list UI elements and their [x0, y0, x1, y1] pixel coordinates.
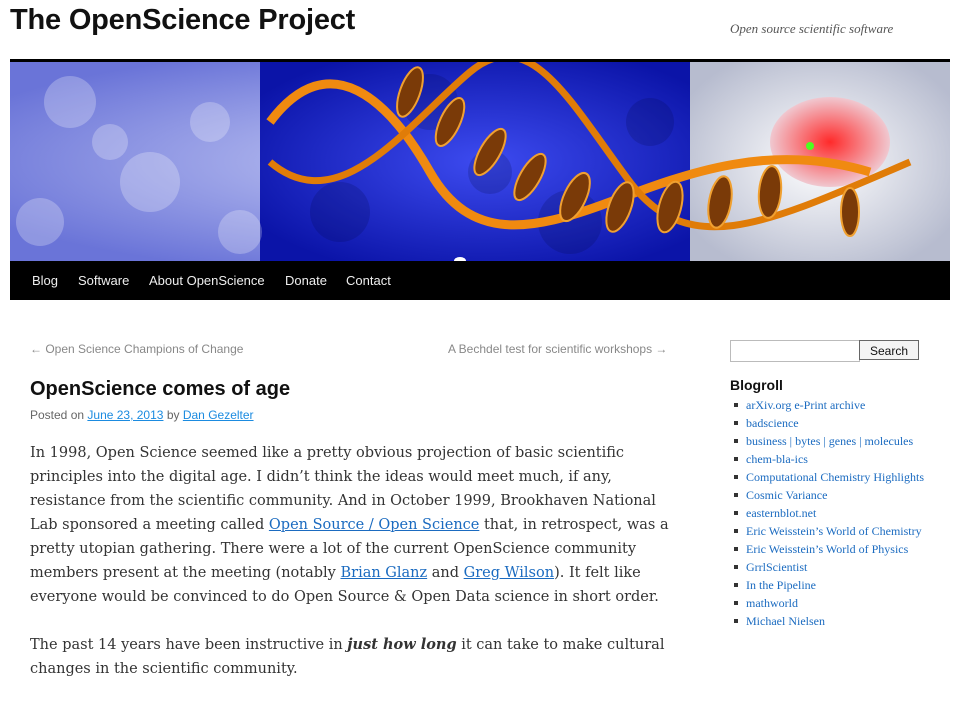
search-input[interactable] — [730, 340, 860, 362]
post-meta: Posted on June 23, 2013 by Dan Gezelter — [30, 408, 254, 422]
site-title[interactable]: The OpenScience Project — [10, 4, 355, 37]
paragraph-text: and — [427, 565, 464, 581]
blogroll-link[interactable]: business | bytes | genes | mole­cules — [730, 432, 930, 450]
post-date-link[interactable]: June 23, 2013 — [87, 408, 163, 422]
blogroll-link[interactable]: Cosmic Variance — [730, 486, 930, 504]
blogroll-link[interactable]: badscience — [730, 414, 930, 432]
emphasis-text: just how long — [347, 636, 457, 653]
blogroll-link[interactable]: arXiv.org e-Print archive — [730, 396, 930, 414]
posted-on-label: Posted on — [30, 408, 85, 422]
brian-glanz-link[interactable]: Brian Glanz — [340, 565, 427, 581]
blogroll-link[interactable]: chem-bla-ics — [730, 450, 930, 468]
nav-item-donate[interactable]: Donate — [285, 273, 327, 288]
main-nav: Blog Software About OpenScience Donate C… — [10, 261, 950, 300]
paragraph-text: The past 14 years have been instructive … — [30, 637, 348, 653]
nav-item-about-openscience[interactable]: About OpenScience — [149, 273, 265, 288]
by-label: by — [166, 408, 180, 422]
post-content: In 1998, Open Science seemed like a pret… — [30, 441, 670, 705]
nav-item-blog[interactable]: Blog — [32, 273, 58, 288]
blogroll-list: arXiv.org e-Print archive badscience bus… — [730, 396, 930, 630]
post-paragraph-1: In 1998, Open Science seemed like a pret… — [30, 441, 670, 609]
post-paragraph-2: The past 14 years have been instructive … — [30, 633, 670, 681]
header-banner-image — [10, 62, 950, 261]
site-tagline: Open source scientific software — [730, 21, 894, 36]
search-button[interactable]: Search — [859, 340, 919, 360]
nav-item-software[interactable]: Software — [78, 273, 129, 288]
next-post-link[interactable]: A Bechdel test for scientific workshops … — [448, 342, 667, 356]
blogroll-heading: Blogroll — [730, 377, 783, 393]
blogroll-link[interactable]: Computational Chemistry High­lights — [730, 468, 930, 486]
post-title[interactable]: OpenScience comes of age — [30, 378, 290, 401]
open-source-open-science-link[interactable]: Open Source / Open Science — [269, 517, 479, 533]
blogroll-link[interactable]: Eric Weisstein’s World of Physics — [730, 540, 930, 558]
greg-wilson-link[interactable]: Greg Wilson — [464, 565, 554, 581]
blogroll-link[interactable]: GrrlScientist — [730, 558, 930, 576]
blogroll-link[interactable]: Michael Nielsen — [730, 612, 930, 630]
nav-item-contact[interactable]: Contact — [346, 273, 391, 288]
previous-post-link[interactable]: ← Open Science Champions of Change — [30, 342, 243, 356]
blogroll-link[interactable]: easternblot.net — [730, 504, 930, 522]
blogroll-link[interactable]: Eric Weisstein’s World of Chem­istry — [730, 522, 930, 540]
blogroll-link[interactable]: In the Pipeline — [730, 576, 930, 594]
author-link[interactable]: Dan Gezelter — [183, 408, 254, 422]
blogroll-link[interactable]: mathworld — [730, 594, 930, 612]
